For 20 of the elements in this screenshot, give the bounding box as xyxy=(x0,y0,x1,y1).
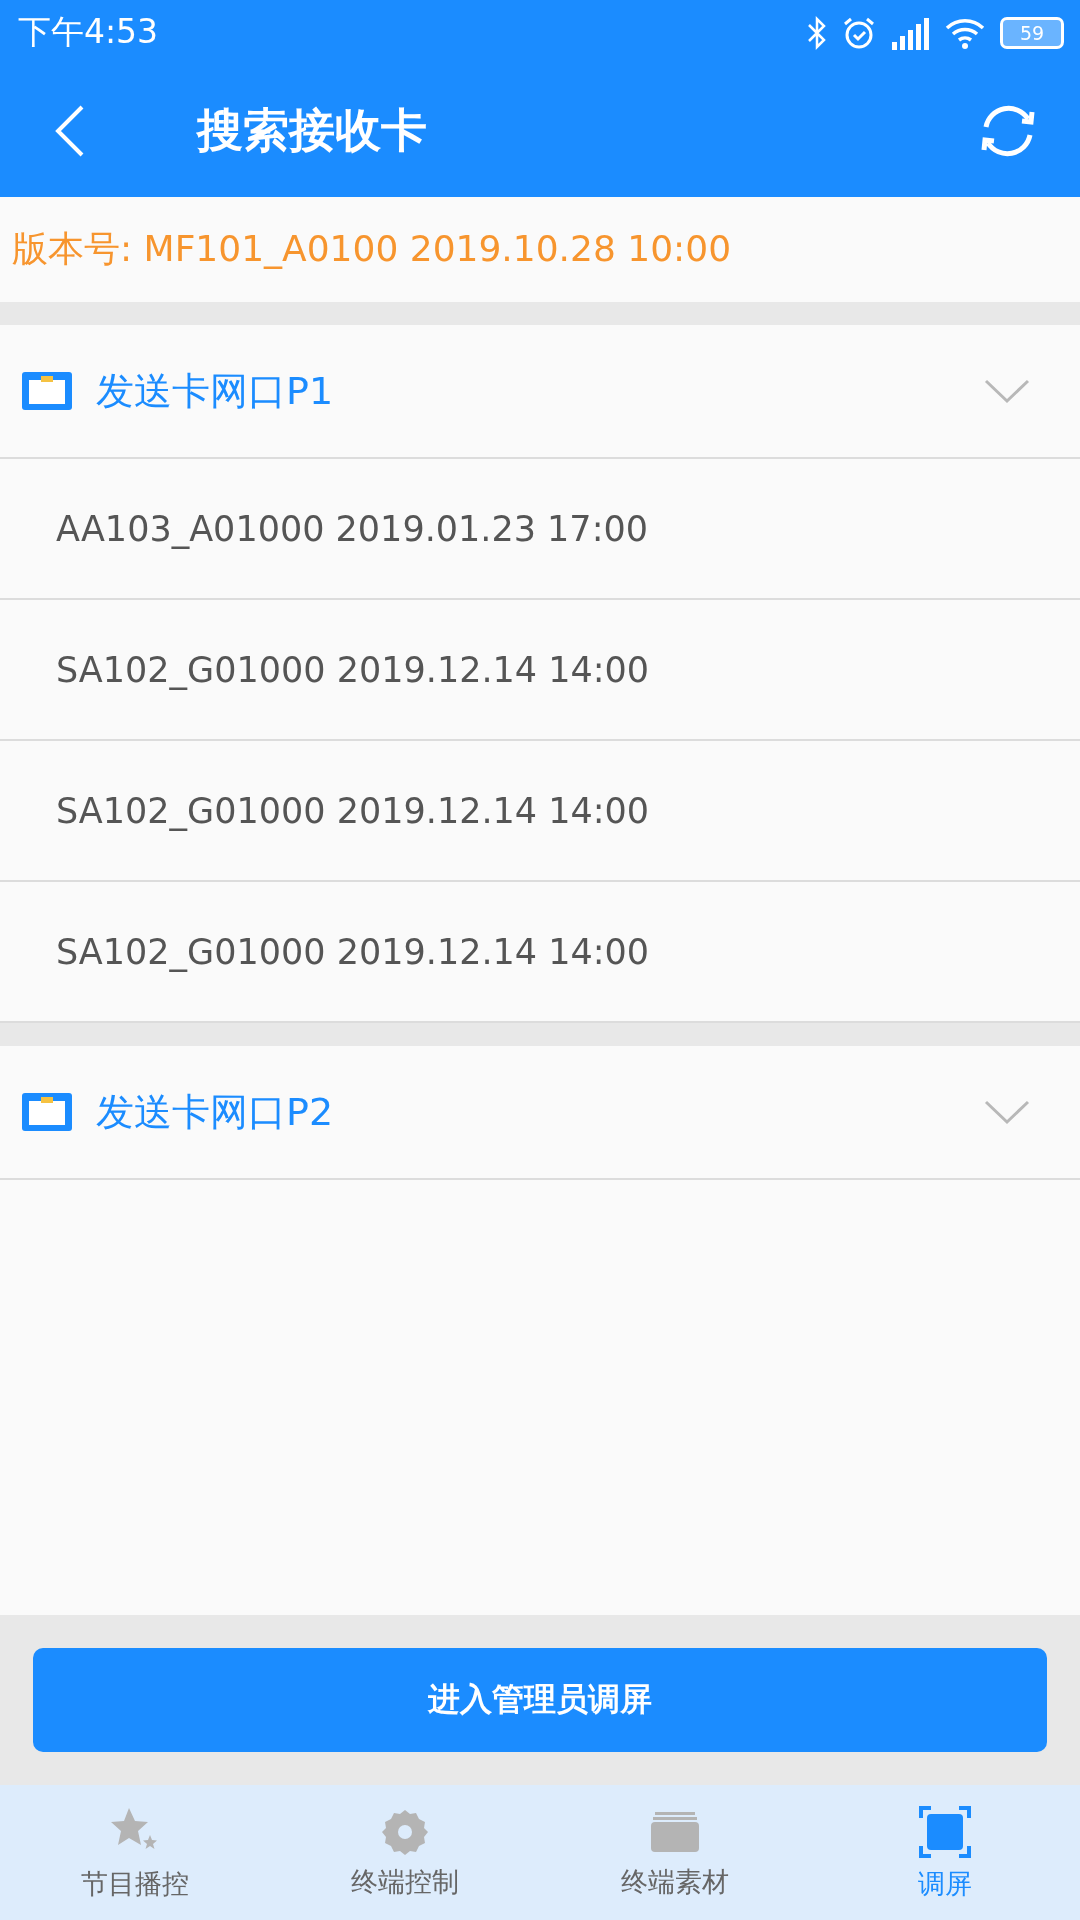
nav-tab[interactable]: 终端控制 xyxy=(270,1785,540,1920)
status-time: 下午4:53 xyxy=(18,11,159,53)
network-port-icon xyxy=(22,372,72,410)
chevron-down-icon xyxy=(984,1099,1030,1125)
admin-button[interactable]: 进入管理员调屏 xyxy=(33,1648,1047,1752)
back-icon[interactable] xyxy=(55,105,85,157)
nav-tab[interactable]: 终端素材 xyxy=(540,1785,810,1920)
screen-icon xyxy=(917,1803,973,1860)
nav-tab[interactable]: 节目播控 xyxy=(0,1785,270,1920)
network-port-icon xyxy=(22,1093,72,1131)
signal-icon xyxy=(890,15,930,50)
bluetooth-icon xyxy=(806,15,828,50)
chevron-down-icon xyxy=(984,378,1030,404)
receiver-card-row[interactable]: AA103_A01000 2019.01.23 17:00 xyxy=(0,459,1080,600)
battery-indicator: 59 xyxy=(1000,16,1064,49)
receiver-card-row[interactable]: SA102_G01000 2019.12.14 14:00 xyxy=(0,741,1080,882)
page-title: 搜索接收卡 xyxy=(197,102,428,159)
alarm-icon xyxy=(842,15,876,50)
receiver-card-row[interactable]: SA102_G01000 2019.12.14 14:00 xyxy=(0,600,1080,741)
nav-tab[interactable]: 调屏 xyxy=(810,1785,1080,1920)
